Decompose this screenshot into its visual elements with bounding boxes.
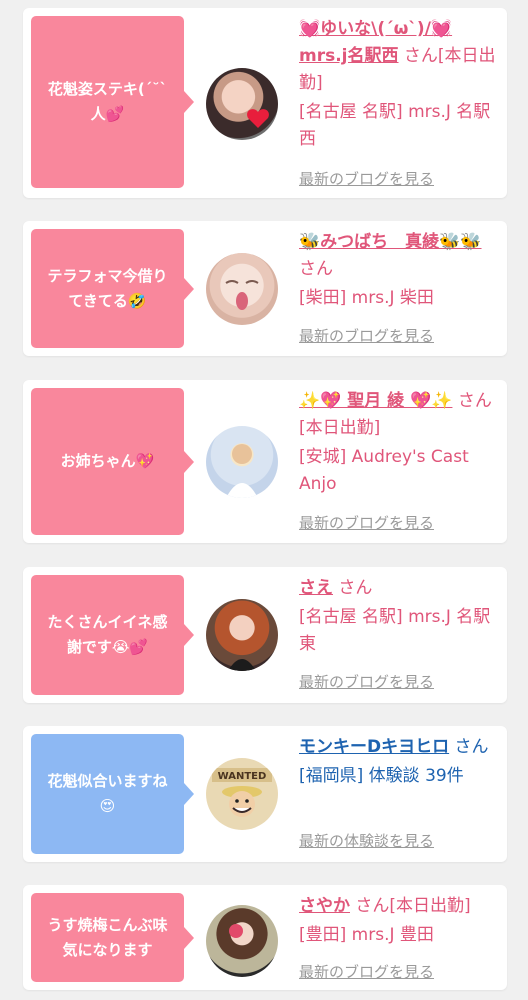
latest-blog-link[interactable]: 最新のブログを見る — [299, 325, 434, 346]
shop-label: [安城] Audrey's Cast Anjo — [299, 447, 469, 494]
user-name-link[interactable]: モンキーDキヨヒロ — [299, 737, 449, 757]
comment-card: うす焼梅こんぶ味気になります さやか さん[本日出勤] [豊田] mrs.J 豊… — [23, 885, 507, 990]
avatar[interactable] — [206, 599, 278, 671]
latest-blog-link[interactable]: 最新のブログを見る — [299, 671, 434, 692]
comment-card: お姉ちゃん💖 ✨💖 聖月 綾 💖✨ さん[本日出勤] [安城] Audrey's… — [23, 380, 507, 543]
comment-card: たくさんイイネ感謝です😭💕 さえ さん [名古屋 名駅] mrs.J 名駅東 最… — [23, 567, 507, 703]
comment-bubble: テラフォマ今借りてきてる🤣 — [31, 229, 194, 348]
latest-blog-link[interactable]: 最新のブログを見る — [299, 168, 434, 189]
shop-label: [豊田] mrs.J 豊田 — [299, 925, 434, 945]
avatar[interactable] — [206, 68, 278, 140]
avatar[interactable]: WANTED — [206, 758, 278, 830]
shop-label: [福岡県] 体験談 39件 — [299, 766, 464, 786]
comment-text: 花魁似合いますね😍 — [47, 772, 168, 815]
comment-text: うす焼梅こんぶ味気になります — [47, 915, 168, 959]
comment-text: テラフォマ今借りてきてる🤣 — [47, 266, 168, 310]
avatar[interactable] — [206, 426, 278, 498]
honorific-status: さん — [338, 578, 373, 598]
heart-icon — [247, 109, 269, 128]
comment-card: 花魁姿ステキ(´˘`人💕 💓ゆいな\(´ω`)/💓mrs.j名駅西 さん[本日出… — [23, 8, 507, 198]
user-name-link[interactable]: さやか — [299, 896, 350, 916]
honorific-status: さん[本日出勤] — [355, 896, 471, 916]
comment-bubble: お姉ちゃん💖 — [31, 388, 194, 535]
comment-text: お姉ちゃん💖 — [60, 452, 155, 470]
latest-review-link[interactable]: 最新の体験談を見る — [299, 830, 434, 851]
user-info: さえ さん [名古屋 名駅] mrs.J 名駅東 — [299, 575, 499, 658]
face-icon — [225, 280, 259, 310]
comment-bubble: 花魁姿ステキ(´˘`人💕 — [31, 16, 194, 188]
portrait-icon — [228, 659, 256, 671]
user-name-link[interactable]: 🐝みつばち 真綾🐝🐝 — [299, 232, 482, 252]
user-info: さやか さん[本日出勤] [豊田] mrs.J 豊田 — [299, 893, 499, 949]
comment-text: 花魁姿ステキ(´˘`人💕 — [47, 80, 168, 123]
wanted-poster-icon: WANTED — [212, 768, 272, 817]
shop-label: [名古屋 名駅] mrs.J 名駅東 — [299, 607, 491, 654]
portrait-icon — [226, 444, 258, 498]
comment-text: たくさんイイネ感謝です😭💕 — [47, 613, 168, 656]
honorific-status: さん — [454, 737, 489, 757]
comment-bubble: 花魁似合いますね😍 — [31, 734, 194, 854]
comment-card: テラフォマ今借りてきてる🤣 🐝みつばち 真綾🐝🐝 さん [柴田] mrs.J 柴… — [23, 221, 507, 356]
avatar[interactable] — [206, 253, 278, 325]
shop-label: [柴田] mrs.J 柴田 — [299, 288, 434, 308]
latest-blog-link[interactable]: 最新のブログを見る — [299, 961, 434, 982]
user-name-link[interactable]: さえ — [299, 578, 333, 598]
user-info: 💓ゆいな\(´ω`)/💓mrs.j名駅西 さん[本日出勤] [名古屋 名駅] m… — [299, 16, 499, 153]
user-name-link[interactable]: ✨💖 聖月 綾 💖✨ — [299, 391, 452, 411]
comment-card: 花魁似合いますね😍 WANTED モンキーDキヨヒロ さん [福岡県] 体験談 … — [23, 726, 507, 862]
shop-label: [名古屋 名駅] mrs.J 名駅西 — [299, 102, 491, 149]
honorific-status: さん — [299, 259, 333, 279]
user-info: モンキーDキヨヒロ さん [福岡県] 体験談 39件 — [299, 734, 499, 790]
avatar[interactable] — [206, 905, 278, 977]
flower-icon — [229, 924, 243, 938]
user-info: 🐝みつばち 真綾🐝🐝 さん [柴田] mrs.J 柴田 — [299, 229, 499, 312]
comment-bubble: うす焼梅こんぶ味気になります — [31, 893, 194, 982]
comment-bubble: たくさんイイネ感謝です😭💕 — [31, 575, 194, 695]
latest-blog-link[interactable]: 最新のブログを見る — [299, 512, 434, 533]
user-info: ✨💖 聖月 綾 💖✨ さん[本日出勤] [安城] Audrey's Cast A… — [299, 388, 499, 498]
svg-text:WANTED: WANTED — [218, 771, 267, 782]
